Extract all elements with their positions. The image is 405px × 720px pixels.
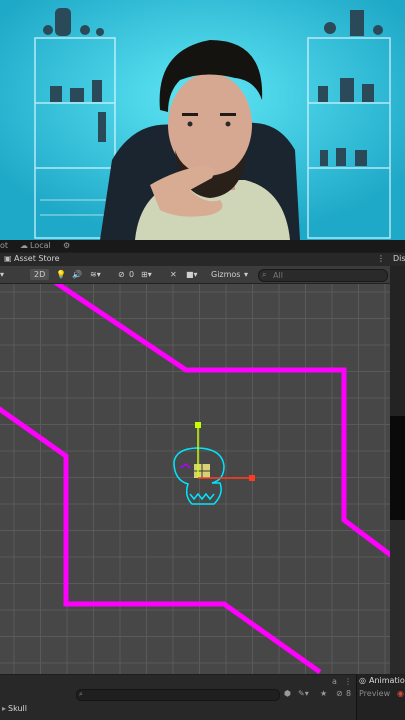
hidden-layers-icon[interactable]: ⊘ (336, 689, 343, 699)
animation-icon: ◎ (359, 676, 366, 685)
side-panel-bottom (390, 520, 405, 674)
path-line-upper (53, 279, 394, 558)
more-options-icon[interactable]: ⋮ (344, 677, 352, 687)
gizmo-x-handle[interactable] (249, 475, 255, 481)
camera-icon[interactable]: ■▾ (186, 269, 198, 280)
side-panel-top (390, 266, 405, 416)
lock-icon[interactable]: a (332, 677, 337, 687)
lighting-icon[interactable]: 💡 (56, 269, 66, 280)
hierarchy-search-input[interactable]: ⌕ (76, 689, 280, 701)
search-icon: ⌕ (262, 270, 267, 279)
effects-icon[interactable]: ≋▾ (90, 269, 101, 280)
side-tab[interactable]: Dis (393, 254, 405, 264)
more-options-icon[interactable]: ⋮ (377, 254, 385, 264)
tab-asset-store[interactable]: Asset Store (14, 254, 60, 264)
search-icon: ⌕ (79, 690, 83, 698)
animation-panel: ◎ Animatio Preview ◉ (356, 675, 405, 720)
tab-local[interactable]: Local (30, 241, 51, 251)
prefab-icon[interactable]: ⬢ (284, 689, 291, 699)
scene-view[interactable] (0, 279, 394, 675)
audio-icon[interactable]: 🔊 (72, 269, 82, 280)
dropdown-arrow-icon[interactable]: ▾ (0, 269, 4, 280)
scene-canvas[interactable] (0, 279, 394, 675)
cloud-icon: ☁ (20, 241, 28, 250)
tab-partial[interactable]: ot (0, 241, 8, 251)
scene-toolbar: ▾ 2D 💡 🔊 ≋▾ ⊘ 0 ⊞▾ ✕ ■▾ Gizmos ▾ All ⌕ (0, 266, 390, 284)
tools-icon[interactable]: ✕ (170, 269, 177, 280)
search-placeholder: All (273, 271, 283, 280)
grid-icon[interactable]: ⊞▾ (141, 269, 152, 280)
visibility-count: 0 (129, 270, 135, 279)
scene-search-input[interactable]: All (258, 269, 388, 282)
tab-animation[interactable]: Animatio (369, 676, 405, 686)
tag-icon[interactable]: ✎▾ (298, 689, 309, 699)
gizmos-dropdown-icon[interactable]: ▾ (244, 269, 248, 280)
hierarchy-item-skull[interactable]: Skull (8, 704, 27, 714)
preview-button[interactable]: Preview (359, 689, 390, 699)
scene-grid (0, 284, 390, 674)
record-icon[interactable]: ◉ (397, 689, 404, 699)
settings-icon[interactable]: ⚙ (63, 241, 70, 251)
editor-top-bar: ot ☁ Local ⚙ (0, 240, 405, 252)
star-icon[interactable]: ★ (320, 689, 327, 699)
gizmo-y-handle[interactable] (195, 422, 201, 428)
hierarchy-panel: a ⋮ ⌕ ⬢ ✎▾ ★ ⊘ 8 ▸ Skull (0, 675, 405, 720)
layers-count: 8 (346, 689, 352, 698)
path-line-lower (0, 406, 322, 675)
expand-arrow-icon[interactable]: ▸ (2, 704, 6, 714)
store-icon: ▣ (4, 254, 12, 263)
webcam-image (0, 0, 405, 240)
toggle-2d-button[interactable]: 2D (30, 269, 50, 280)
hidden-objects-icon[interactable]: ⊘ (118, 269, 125, 280)
scene-tab-bar: ▣ Asset Store ⋮ Dis (0, 253, 405, 266)
gizmos-button[interactable]: Gizmos (211, 269, 240, 280)
webcam-feed (0, 0, 405, 240)
